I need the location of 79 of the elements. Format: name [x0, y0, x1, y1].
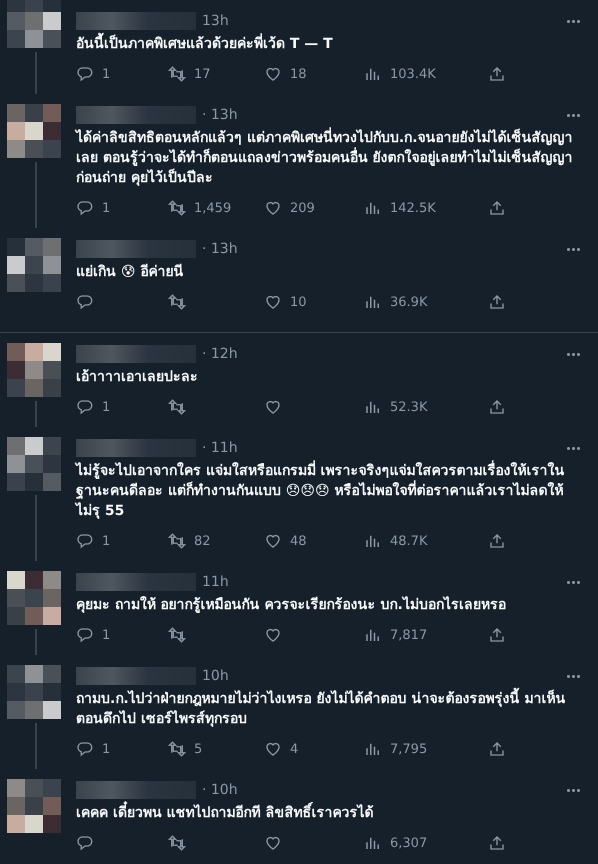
share-icon[interactable] [488, 740, 506, 758]
reply-icon[interactable] [76, 398, 94, 416]
heart-icon[interactable] [264, 626, 282, 644]
repost-count: 17 [194, 66, 211, 82]
heart-icon[interactable] [264, 293, 282, 311]
view-count: 52.3K [390, 400, 428, 414]
heart-icon[interactable] [264, 398, 282, 416]
like-count: 48 [290, 534, 307, 548]
share-icon[interactable] [488, 199, 506, 217]
reply-count: 1 [102, 400, 110, 414]
heart-icon[interactable] [264, 532, 282, 550]
timestamp[interactable]: · 13h [202, 241, 238, 257]
timestamp[interactable]: · 12h [202, 346, 238, 362]
avatar[interactable] [7, 0, 61, 48]
heart-icon[interactable] [264, 199, 282, 217]
repost-icon[interactable] [168, 398, 186, 416]
reply-count: 1 [102, 534, 110, 548]
repost-icon[interactable] [168, 834, 186, 852]
avatar[interactable] [7, 437, 61, 491]
reply-icon[interactable] [76, 65, 94, 83]
share-icon[interactable] [488, 398, 506, 416]
reply-count: 1 [102, 628, 110, 642]
reply-icon[interactable] [76, 199, 94, 217]
like-count: 18 [290, 66, 307, 82]
avatar[interactable] [7, 571, 61, 625]
share-icon[interactable] [488, 532, 506, 550]
reply-icon[interactable] [76, 740, 94, 758]
reply-text: คุยมะ ถามให้ อยากรู้เหมือนกัน ควรจะเรียกร้องนะ บก.ไม่บอกไรเลยหรอ [76, 595, 507, 615]
share-icon[interactable] [488, 834, 506, 852]
timestamp[interactable]: 13h [202, 13, 229, 29]
repost-icon[interactable] [168, 626, 186, 644]
repost-count: 5 [194, 742, 202, 756]
reply-icon[interactable] [76, 293, 94, 311]
view-count: 48.7K [390, 534, 428, 548]
heart-icon[interactable] [264, 834, 282, 852]
avatar[interactable] [7, 343, 61, 397]
reply-text: ถามบ.ก.ไปว่าฝ่ายกฎหมายไม่ว่าไงเหรอ ยังไม่ได้คำตอบ น่าจะต้องรอพรุ่งนี้ มาเห็นตอนดึกไป เซอร์ไพรส์ทุกรอบ [76, 689, 586, 729]
avatar[interactable] [7, 779, 61, 833]
reply-text: อันนี้เป็นภาคพิเศษแล้วด้วยค่ะพี่เว้ด T — T [76, 34, 586, 54]
like-count: 10 [290, 294, 307, 310]
reply-text: ไม่รู้จะไปเอาจากใคร แจ่มใสหรือแกรมมี่ เพราะจริงๆแจ่มใสควรตามเรื่องให้เราในฐานะคนดีลอะ แต่ก็ทำงานกันแบบ 😞😞😞 หรือไม่พอใจที่ต่อราคาแล้วเราไม่ลดให้ไม่รุ 55 [76, 461, 586, 521]
reply-count: 1 [102, 66, 110, 82]
view-count: 7,817 [390, 628, 428, 642]
view-count: 7,795 [390, 742, 428, 756]
repost-icon[interactable] [168, 740, 186, 758]
share-icon[interactable] [488, 65, 506, 83]
reply-text: เคคค เดี๋ยวพน แชทไปถามอีกที ลิขสิทธิ์เราควรได้ [76, 803, 586, 823]
timestamp[interactable]: · 13h [202, 107, 238, 123]
avatar[interactable] [7, 665, 61, 719]
avatar[interactable] [7, 104, 61, 158]
reply-icon[interactable] [76, 532, 94, 550]
share-icon[interactable] [488, 293, 506, 311]
heart-icon[interactable] [264, 740, 282, 758]
reply-icon[interactable] [76, 626, 94, 644]
reply-count: 1 [102, 742, 110, 756]
repost-icon[interactable] [168, 65, 186, 83]
heart-icon[interactable] [264, 65, 282, 83]
reply-count: 1 [102, 200, 110, 216]
timestamp[interactable]: 11h [202, 574, 229, 590]
timestamp[interactable]: · 10h [202, 782, 238, 798]
repost-count: 82 [194, 534, 211, 548]
timestamp[interactable]: · 11h [202, 440, 238, 456]
timestamp[interactable]: 10h [202, 668, 229, 684]
reply-text: เอ้าาาาเอาเลยปะละ [76, 368, 199, 387]
like-count: 4 [290, 742, 298, 756]
view-count: 103.4K [390, 66, 436, 82]
like-count: 209 [290, 200, 315, 216]
reply-icon[interactable] [76, 834, 94, 852]
repost-icon[interactable] [168, 199, 186, 217]
repost-icon[interactable] [168, 532, 186, 550]
avatar[interactable] [7, 238, 61, 292]
view-count: 6,307 [390, 836, 428, 850]
view-count: 142.5K [390, 200, 436, 216]
view-count: 36.9K [390, 294, 428, 310]
share-icon[interactable] [488, 626, 506, 644]
repost-icon[interactable] [168, 293, 186, 311]
repost-count: 1,459 [194, 200, 232, 216]
reply-text: แย่เกิน 😰 อีค่ายนี [76, 262, 184, 282]
reply-text: ได้ค่าลิขสิทธิตอนหลักแล้วๆ แต่ภาคพิเศษนี่ทวงไปกับบ.ก.จนอายยังไม่ได้เซ็นสัญญาเลย ตอนรู้ว่าจะได้ทำก็ตอนแถลงข่าวพร้อมคนอื่น ยังตกใจอยู่เลยทำไมไม่เซ็นสัญญาก่อนถ่าย คุยไว้เป็นปีละ [76, 128, 586, 188]
